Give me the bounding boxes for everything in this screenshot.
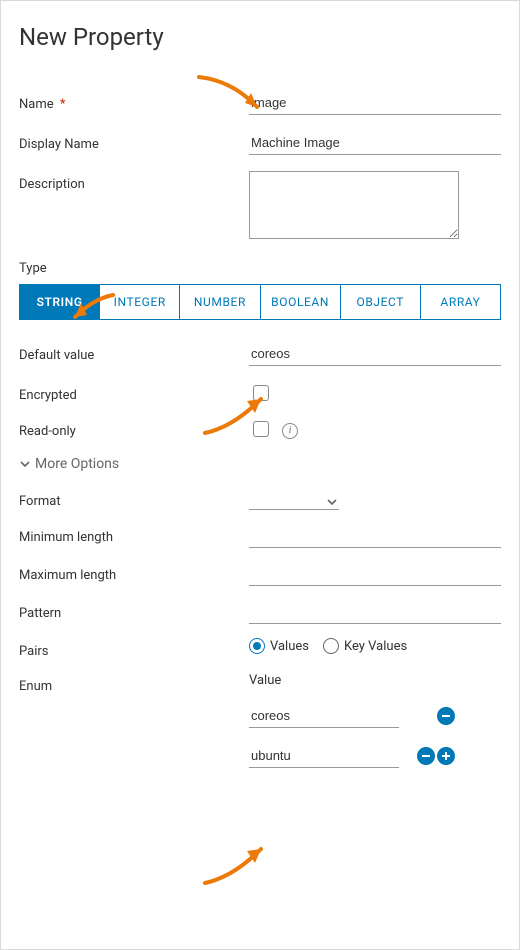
label-encrypted: Encrypted: [19, 382, 249, 403]
default-value-input[interactable]: [249, 342, 501, 366]
label-type: Type: [19, 261, 501, 276]
row-max-length: Maximum length: [19, 562, 501, 586]
format-select[interactable]: [249, 488, 339, 510]
name-input[interactable]: [249, 91, 501, 115]
enum-column: Value: [249, 673, 501, 784]
chevron-down-icon: [15, 454, 35, 474]
type-tabs: STRING INTEGER NUMBER BOOLEAN OBJECT ARR…: [19, 284, 501, 320]
row-readonly: Read-only i: [19, 418, 501, 440]
enum-item-1: [249, 744, 469, 768]
encrypted-checkbox[interactable]: [253, 385, 269, 401]
row-enum: Enum Value: [19, 673, 501, 784]
enum-item-0: [249, 704, 469, 728]
row-pairs: Pairs Values Key Values: [19, 638, 501, 659]
row-encrypted: Encrypted: [19, 382, 501, 404]
row-description: Description: [19, 171, 501, 243]
label-readonly: Read-only: [19, 418, 249, 439]
readonly-checkbox[interactable]: [253, 421, 269, 437]
radio-values-wrap[interactable]: Values: [249, 638, 309, 654]
label-enum: Enum: [19, 673, 249, 694]
radio-key-values-wrap[interactable]: Key Values: [323, 638, 407, 654]
row-pattern: Pattern: [19, 600, 501, 624]
row-format: Format: [19, 488, 501, 510]
pairs-radio-group: Values Key Values: [249, 638, 501, 654]
pattern-input[interactable]: [249, 600, 501, 624]
caret-down-icon: [327, 492, 337, 502]
info-icon[interactable]: i: [282, 423, 298, 439]
row-default-value: Default value: [19, 342, 501, 366]
tab-object[interactable]: OBJECT: [341, 284, 421, 320]
required-indicator: *: [60, 97, 66, 112]
label-pattern: Pattern: [19, 600, 249, 621]
radio-values-label: Values: [270, 639, 309, 654]
radio-key-values-label: Key Values: [344, 639, 407, 654]
more-options-label: More Options: [35, 456, 119, 472]
remove-enum-button[interactable]: [417, 747, 435, 765]
description-textarea[interactable]: [249, 171, 459, 239]
label-max-length: Maximum length: [19, 562, 249, 583]
tab-integer[interactable]: INTEGER: [100, 284, 180, 320]
min-length-input[interactable]: [249, 524, 501, 548]
radio-values[interactable]: [249, 638, 265, 654]
tab-string[interactable]: STRING: [19, 284, 100, 320]
label-description: Description: [19, 171, 249, 192]
enum-value-input-0[interactable]: [249, 704, 399, 728]
label-min-length: Minimum length: [19, 524, 249, 545]
tab-boolean[interactable]: BOOLEAN: [261, 284, 341, 320]
label-name-text: Name: [19, 97, 54, 112]
remove-enum-button[interactable]: [437, 707, 455, 725]
tab-array[interactable]: ARRAY: [421, 284, 501, 320]
label-format: Format: [19, 488, 249, 509]
row-name: Name *: [19, 91, 501, 115]
more-options-toggle[interactable]: More Options: [15, 454, 501, 474]
label-name: Name *: [19, 91, 249, 112]
label-pairs: Pairs: [19, 638, 249, 659]
display-name-input[interactable]: [249, 131, 501, 155]
label-display-name: Display Name: [19, 131, 249, 152]
tab-number[interactable]: NUMBER: [180, 284, 260, 320]
max-length-input[interactable]: [249, 562, 501, 586]
arrow-annotation-icon: [199, 839, 279, 893]
enum-value-header: Value: [249, 673, 501, 688]
row-display-name: Display Name: [19, 131, 501, 155]
page-title: New Property: [19, 23, 501, 51]
radio-key-values[interactable]: [323, 638, 339, 654]
add-enum-button[interactable]: [437, 747, 455, 765]
new-property-panel: New Property Name * Display Name Descrip…: [0, 0, 520, 950]
enum-value-input-1[interactable]: [249, 744, 399, 768]
label-default-value: Default value: [19, 342, 249, 363]
row-min-length: Minimum length: [19, 524, 501, 548]
